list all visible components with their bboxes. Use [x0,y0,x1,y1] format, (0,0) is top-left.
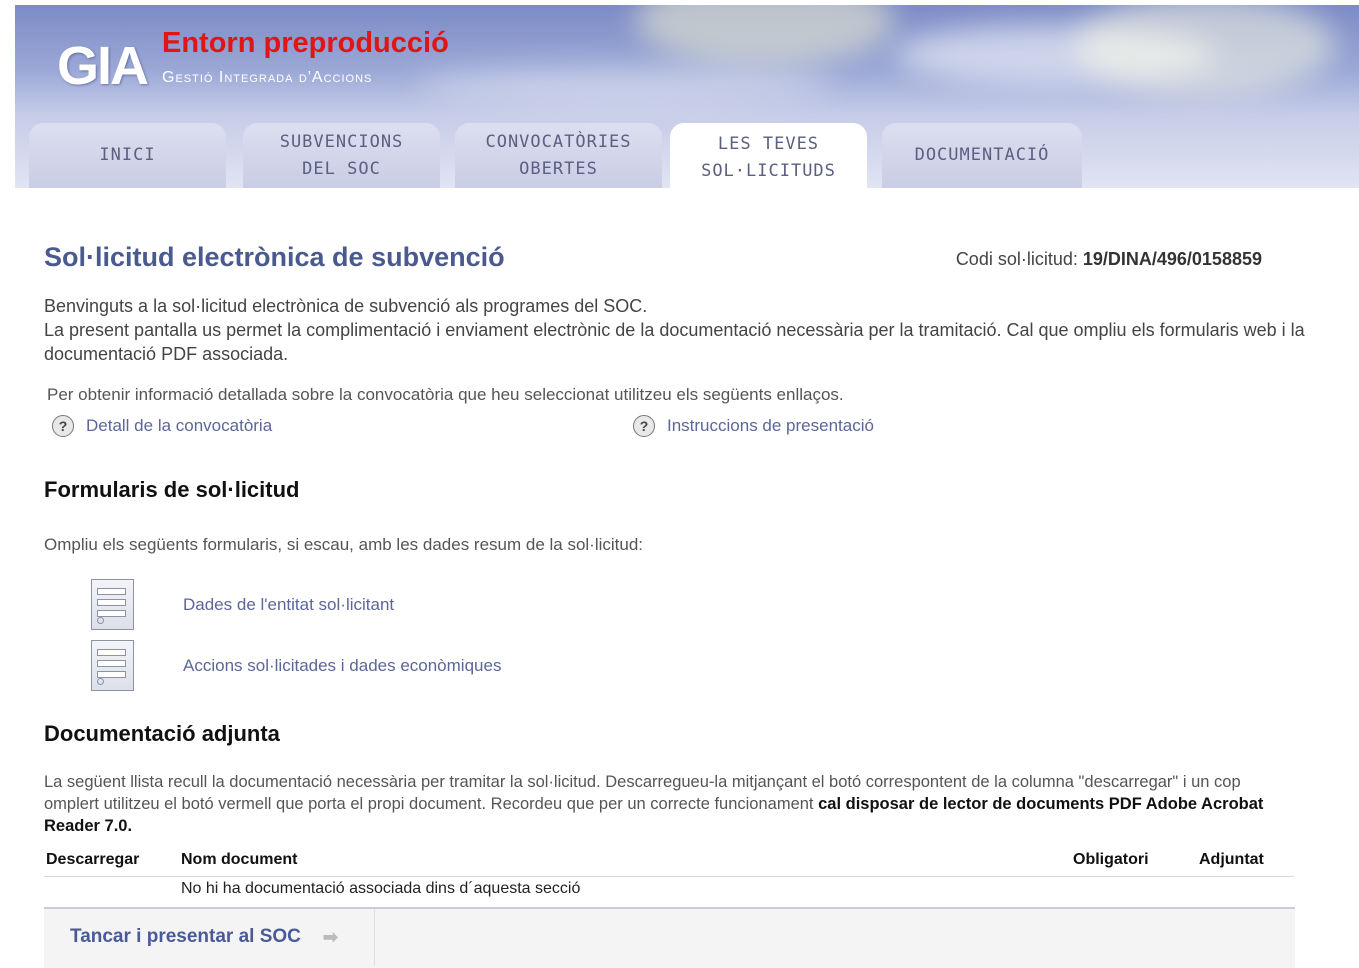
link-instruccions-presentacio[interactable]: ? Instruccions de presentació [633,415,874,437]
link-detall-convocatoria[interactable]: ? Detall de la convocatòria [52,415,272,437]
page-title: Sol·licitud electrònica de subvenció [44,242,505,272]
submit-button-label: Tancar i presentar al SOC [70,926,301,947]
documents-heading: Documentació adjunta [44,721,280,746]
table-empty-message: No hi ha documentació associada dins d´a… [181,880,581,897]
documents-description: La següent llista recull la documentació… [44,771,1294,837]
request-code-label: Codi sol·licitud: [955,249,1083,269]
footer-separator [374,909,375,966]
form-icon [91,579,134,630]
request-code-value: 19/DINA/496/0158859 [1082,249,1262,269]
column-header-obligatori: Obligatori [1073,851,1149,868]
forms-heading: Formularis de sol·licitud [44,477,300,502]
form-link-label[interactable]: Accions sol·licitades i dades econòmique… [183,656,501,676]
help-icon: ? [633,415,655,437]
form-item-accions[interactable]: Accions sol·licitades i dades econòmique… [91,640,501,691]
help-icon: ? [52,415,74,437]
intro-text: Benvinguts a la sol·licitud electrònica … [44,294,1314,366]
intro-line-2: La present pantalla us permet la complim… [44,320,1305,364]
link-label: Detall de la convocatòria [86,416,273,435]
form-icon [91,640,134,691]
submit-button[interactable]: Tancar i presentar al SOC ➡ [70,926,338,948]
forms-description: Ompliu els següents formularis, si escau… [44,535,644,554]
intro-line-1: Benvinguts a la sol·licitud electrònica … [44,296,648,316]
form-item-entitat[interactable]: Dades de l'entitat sol·licitant [91,579,394,630]
link-label: Instruccions de presentació [667,416,874,435]
column-header-descarregar: Descarregar [46,851,140,868]
main-content: Sol·licitud electrònica de subvenció Cod… [0,0,1359,968]
column-header-nom-document: Nom document [181,851,298,868]
table-divider [44,876,1294,877]
request-code: Codi sol·licitud: 19/DINA/496/0158859 [956,249,1262,270]
arrow-right-icon: ➡ [322,926,338,947]
info-text: Per obtenir informació detallada sobre l… [47,385,844,404]
column-header-adjuntat: Adjuntat [1199,851,1264,868]
form-link-label[interactable]: Dades de l'entitat sol·licitant [183,595,394,615]
